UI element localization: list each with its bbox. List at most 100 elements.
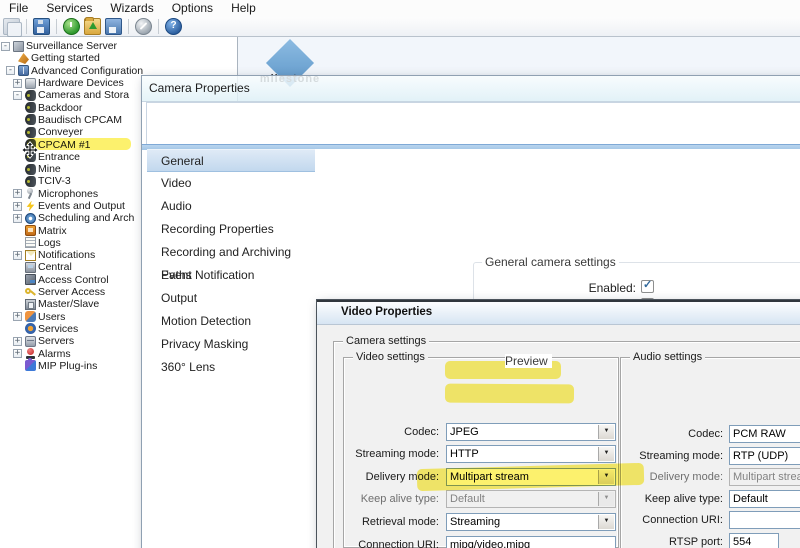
tree-expander-icon[interactable]: + xyxy=(13,312,22,321)
tree-item-icon xyxy=(25,127,36,138)
dropdown-arrow-icon[interactable] xyxy=(598,470,614,484)
tree-expander-icon[interactable]: - xyxy=(13,91,22,100)
tools-icon[interactable] xyxy=(135,18,152,35)
tree-item-icon xyxy=(25,225,36,236)
tree-item[interactable]: + Notifications xyxy=(0,249,237,261)
tree-item-icon xyxy=(25,336,36,347)
tree-item[interactable]: - Surveillance Server xyxy=(0,40,237,52)
tree-item[interactable]: Logs xyxy=(0,237,237,249)
tree-item-label: CPCAM #1 xyxy=(36,139,91,151)
restore-configuration-icon[interactable] xyxy=(84,18,101,35)
tree-item-icon xyxy=(25,299,36,310)
tree-item[interactable]: Master/Slave xyxy=(0,298,237,310)
tree-item[interactable]: + Events and Output xyxy=(0,200,237,212)
tree-item[interactable]: + Users xyxy=(0,311,237,323)
field-control[interactable] xyxy=(729,511,800,529)
field-value: Default xyxy=(450,493,485,505)
field-label: Keep alive type: xyxy=(343,493,439,505)
field-control[interactable]: 554 xyxy=(729,533,779,548)
tree-expander-icon[interactable]: + xyxy=(13,189,22,198)
tree-expander-icon[interactable]: + xyxy=(13,349,22,358)
enabled-row: Enabled: ✓ xyxy=(457,279,800,297)
tree-expander-icon[interactable]: + xyxy=(13,337,22,346)
tree-item[interactable]: + Alarms xyxy=(0,347,237,359)
menu-item[interactable]: File xyxy=(0,0,37,17)
tree-item[interactable]: + Hardware Devices xyxy=(0,77,237,89)
tree-item[interactable]: Baudisch CPCAM xyxy=(0,114,237,126)
video-setting-row: Connection URI: mjpg/video.mjpg xyxy=(343,536,617,548)
tree-item[interactable]: TCIV-3 xyxy=(0,175,237,187)
dropdown-arrow-icon[interactable] xyxy=(598,492,614,506)
tree-item[interactable]: Services xyxy=(0,323,237,335)
help-icon[interactable] xyxy=(165,18,182,35)
separator[interactable] xyxy=(26,19,27,34)
tree-item-label: Logs xyxy=(36,237,61,249)
service-status-icon[interactable] xyxy=(63,18,80,35)
tree-item[interactable]: + Servers xyxy=(0,335,237,347)
menu-item[interactable]: Help xyxy=(222,0,265,17)
menu-item[interactable]: Options xyxy=(163,0,222,17)
tree-item[interactable]: - Advanced Configuration xyxy=(0,65,237,77)
tree-item[interactable]: Mine xyxy=(0,163,237,175)
separator[interactable] xyxy=(56,19,57,34)
field-value: Streaming xyxy=(450,516,500,528)
tree-item-icon xyxy=(25,114,36,125)
dropdown-arrow-icon[interactable] xyxy=(598,447,614,461)
tree-item[interactable]: Matrix xyxy=(0,224,237,236)
save-icon[interactable] xyxy=(33,18,50,35)
field-control[interactable]: Multipart stream xyxy=(446,468,616,486)
field-label: Codec: xyxy=(343,426,439,438)
tree-item-label: Server Access xyxy=(36,286,105,298)
tree-item-label: Baudisch CPCAM xyxy=(36,114,122,126)
tree-expander-icon[interactable]: + xyxy=(13,79,22,88)
field-control[interactable]: Multipart stream xyxy=(729,468,800,486)
field-control[interactable]: Default xyxy=(446,490,616,508)
tree-item[interactable]: Central xyxy=(0,261,237,273)
field-value: PCM RAW xyxy=(733,428,786,440)
tree-item-label: Servers xyxy=(36,335,74,347)
menu-item[interactable]: Services xyxy=(37,0,101,17)
field-value: RTP (UDP) xyxy=(733,450,788,462)
separator[interactable] xyxy=(128,19,129,34)
tree-item[interactable]: + Microphones xyxy=(0,188,237,200)
tree-expander-icon[interactable]: + xyxy=(13,214,22,223)
tree-expander-icon[interactable]: - xyxy=(6,66,15,75)
tree-item-label: Mine xyxy=(36,163,61,175)
tree-item-label: Backdoor xyxy=(36,102,82,114)
dropdown-arrow-icon[interactable] xyxy=(598,515,614,529)
field-value: Multipart stream xyxy=(733,471,800,483)
field-control[interactable]: Default xyxy=(729,490,800,508)
audio-setting-row: RTSP port: 554 xyxy=(620,533,800,548)
camera-properties-titlebar: Camera Properties xyxy=(142,76,800,102)
audio-setting-row: Delivery mode: Multipart stream xyxy=(620,468,800,486)
tree-item-icon xyxy=(25,323,36,334)
field-control[interactable]: PCM RAW xyxy=(729,425,800,443)
tree-item[interactable]: + Scheduling and Arch xyxy=(0,212,237,224)
field-control[interactable]: JPEG xyxy=(446,423,616,441)
tree-item[interactable]: MIP Plug-ins xyxy=(0,360,237,372)
dropdown-arrow-icon[interactable] xyxy=(598,425,614,439)
tree-item[interactable]: Server Access xyxy=(0,286,237,298)
menu-item[interactable]: Wizards xyxy=(101,0,162,17)
save-configuration-icon[interactable] xyxy=(105,18,122,35)
tree-item[interactable]: - Cameras and Stora xyxy=(0,89,237,101)
tree-item[interactable]: Getting started xyxy=(0,52,237,64)
tree-item[interactable]: Access Control xyxy=(0,274,237,286)
tree-item[interactable]: Conveyer xyxy=(0,126,237,138)
separator[interactable] xyxy=(158,19,159,34)
enabled-checkbox[interactable]: ✓ xyxy=(641,280,654,293)
tree-item-icon xyxy=(25,360,36,371)
copy-pages-icon[interactable] xyxy=(3,18,20,35)
tree-item[interactable]: Backdoor xyxy=(0,101,237,113)
field-control[interactable]: RTP (UDP) xyxy=(729,447,800,465)
move-cursor-icon xyxy=(21,141,39,159)
field-control[interactable]: Streaming xyxy=(446,513,616,531)
tree-expander-icon[interactable]: + xyxy=(13,202,22,211)
field-control[interactable]: HTTP xyxy=(446,445,616,463)
tree-expander-icon[interactable]: - xyxy=(1,42,10,51)
camera-settings-group-label: Camera settings xyxy=(343,335,429,347)
tree-expander-icon[interactable]: + xyxy=(13,251,22,260)
tree-item-icon xyxy=(25,164,36,175)
field-label: Streaming mode: xyxy=(343,448,439,460)
field-control[interactable]: mjpg/video.mjpg xyxy=(446,536,616,548)
